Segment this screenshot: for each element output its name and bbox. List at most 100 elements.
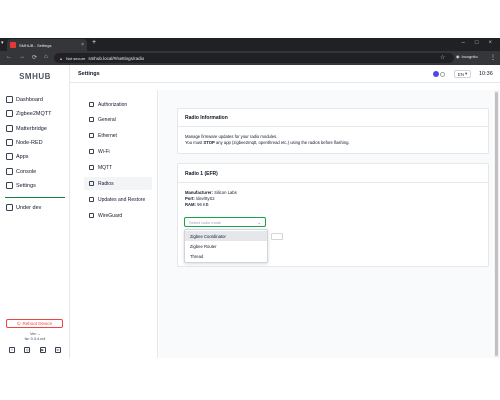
ram-row: RAM: 96 KB bbox=[185, 202, 209, 208]
favicon-icon bbox=[10, 42, 16, 48]
linkedin-icon[interactable]: in bbox=[54, 347, 61, 353]
page-title: Settings bbox=[78, 71, 100, 77]
sidebar-item-label: Zigbee2MQTT bbox=[16, 110, 52, 117]
warning-prefix: You must bbox=[185, 140, 204, 145]
settings-nav-label: Updates and Restore bbox=[98, 196, 146, 203]
warning-suffix: any app (zigbee2mqtt, openthread etc.) u… bbox=[214, 140, 350, 145]
incognito-indicator[interactable]: ◉ Incognito bbox=[456, 54, 478, 59]
settings-nav-label: General bbox=[98, 116, 116, 123]
sidebar-item-settings[interactable]: Settings bbox=[6, 182, 36, 189]
option-thread[interactable]: Thread bbox=[185, 251, 267, 261]
brand-logo[interactable]: SMHUB bbox=[0, 72, 70, 81]
power-icon: ⏻ bbox=[16, 321, 21, 326]
settings-nav-authorization[interactable]: Authorization bbox=[84, 98, 152, 111]
tab-search-button[interactable]: ▾ bbox=[1, 40, 4, 46]
manufacturer-value: Silicon Labs bbox=[214, 190, 237, 195]
close-tab-icon[interactable]: × bbox=[81, 42, 84, 48]
matter-icon bbox=[6, 125, 13, 132]
ethernet-icon bbox=[89, 133, 94, 138]
minimize-button[interactable]: – bbox=[462, 40, 465, 46]
browser-menu-icon[interactable]: ⋮ bbox=[490, 54, 496, 61]
update-icon bbox=[89, 197, 94, 202]
settings-nav-general[interactable]: General bbox=[84, 113, 152, 126]
home-icon bbox=[6, 96, 13, 103]
reboot-button[interactable]: ⏻ Reboot Device bbox=[6, 319, 63, 328]
warning-bold: STOP bbox=[203, 140, 215, 145]
page-bottom bbox=[0, 358, 500, 400]
nodered-icon bbox=[6, 139, 13, 146]
option-zigbee-router[interactable]: Zigbee Router bbox=[185, 241, 267, 251]
console-icon bbox=[6, 168, 13, 175]
sidebar-item-matterbridge[interactable]: Matterbridge bbox=[6, 125, 47, 132]
bookmark-star-icon[interactable]: ☆ bbox=[440, 54, 445, 61]
youtube-icon[interactable]: ▶ bbox=[39, 347, 46, 353]
instagram-icon[interactable]: ◎ bbox=[24, 347, 31, 353]
mqtt-icon bbox=[89, 165, 94, 170]
sidebar-item-label: Under dev bbox=[16, 204, 42, 211]
zigbee-icon bbox=[6, 110, 13, 117]
settings-nav-updates[interactable]: Updates and Restore bbox=[84, 193, 152, 206]
settings-nav-ethernet[interactable]: Ethernet bbox=[84, 129, 152, 142]
settings-nav-label: Ethernet bbox=[98, 132, 117, 139]
wireguard-icon bbox=[89, 213, 94, 218]
option-zigbee-coordinator[interactable]: Zigbee Coordinator bbox=[185, 231, 267, 241]
settings-nav-radios[interactable]: Radios bbox=[84, 177, 152, 190]
settings-nav-wifi[interactable]: Wi-Fi bbox=[84, 145, 152, 158]
card-title: Radio Information bbox=[185, 115, 228, 121]
sidebar-item-under-dev[interactable]: Under dev bbox=[6, 204, 41, 211]
sidebar-item-console[interactable]: Console bbox=[6, 168, 36, 175]
close-window-button[interactable]: × bbox=[488, 40, 492, 46]
radio-info-warning: You must STOP any app (zigbee2mqtt, open… bbox=[185, 140, 350, 146]
sidebar-divider bbox=[5, 197, 65, 198]
theme-toggle-icon[interactable] bbox=[440, 72, 445, 77]
flash-button[interactable] bbox=[271, 233, 283, 240]
chevron-down-icon: ⌄ bbox=[257, 219, 261, 225]
gear-icon bbox=[89, 117, 94, 122]
sidebar-item-label: Dashboard bbox=[16, 96, 43, 103]
facebook-icon[interactable]: f bbox=[9, 347, 15, 353]
settings-nav-wireguard[interactable]: WireGuard bbox=[84, 209, 152, 222]
browser-tab[interactable]: SMHUB - Settings × bbox=[7, 39, 87, 51]
select-placeholder: Select radio mode bbox=[189, 219, 222, 225]
sidebar bbox=[0, 65, 70, 358]
sidebar-item-zigbee2mqtt[interactable]: Zigbee2MQTT bbox=[6, 110, 51, 117]
incognito-icon: ◉ bbox=[456, 54, 460, 59]
incognito-label: Incognito bbox=[461, 54, 478, 59]
scrollbar-thumb[interactable] bbox=[495, 92, 498, 356]
sidebar-item-apps[interactable]: Apps bbox=[6, 153, 29, 160]
port-value: /dev/ttyS2 bbox=[195, 196, 215, 201]
lock-icon bbox=[89, 102, 94, 107]
language-value: EN bbox=[457, 71, 464, 77]
reload-icon[interactable]: ⟳ bbox=[32, 54, 37, 61]
home-icon[interactable]: ⌂ bbox=[44, 54, 48, 61]
port-label: Port: bbox=[185, 196, 195, 201]
back-icon[interactable]: ← bbox=[6, 54, 12, 61]
sidebar-item-label: Console bbox=[16, 168, 37, 175]
settings-nav-label: MQTT bbox=[98, 164, 113, 171]
sidebar-item-label: Matterbridge bbox=[16, 125, 47, 132]
new-tab-button[interactable]: + bbox=[92, 39, 96, 46]
address-bar[interactable]: ▲ Not secure smhub.local/#/settings/radi… bbox=[54, 53, 454, 63]
settings-nav-label: Radios bbox=[98, 180, 114, 187]
settings-nav-label: WireGuard bbox=[98, 212, 123, 219]
wrench-icon bbox=[6, 204, 13, 211]
tab-title: SMHUB - Settings bbox=[19, 42, 52, 48]
language-select[interactable]: EN ▾ bbox=[454, 70, 471, 78]
sidebar-item-dashboard[interactable]: Dashboard bbox=[6, 96, 43, 103]
sidebar-item-node-red[interactable]: Node-RED bbox=[6, 139, 43, 146]
social-links: f ◎ ▶ in bbox=[9, 347, 61, 353]
settings-nav-mqtt[interactable]: MQTT bbox=[84, 161, 152, 174]
maximize-button[interactable]: □ bbox=[475, 40, 479, 46]
forward-icon[interactable]: → bbox=[19, 54, 25, 61]
firmware-line: fw: 0.3.4.cr4 bbox=[24, 337, 46, 341]
browser-nav: ← → ⟳ ⌂ bbox=[6, 54, 48, 61]
radio-mode-select[interactable]: Select radio mode ⌄ bbox=[184, 217, 266, 227]
sidebar-item-label: Settings bbox=[16, 182, 36, 189]
apps-icon bbox=[6, 153, 13, 160]
clock: 10:36 bbox=[479, 71, 493, 77]
url-text[interactable]: smhub.local/#/settings/radio bbox=[88, 56, 144, 61]
card-divider bbox=[177, 126, 489, 127]
not-secure-label[interactable]: Not secure bbox=[66, 56, 85, 61]
user-avatar-icon[interactable] bbox=[433, 71, 439, 77]
sidebar-item-label: Node-RED bbox=[16, 139, 43, 146]
